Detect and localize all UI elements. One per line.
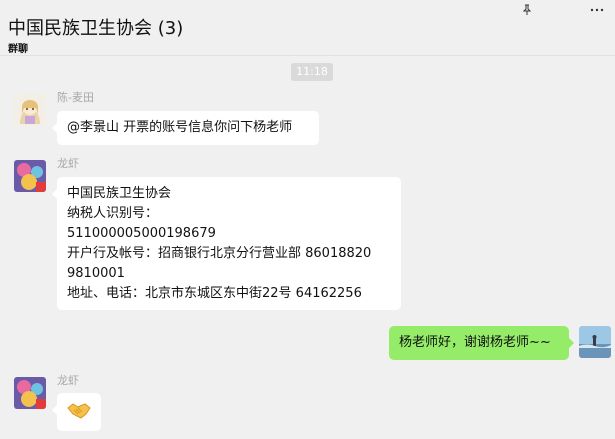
anime-girl-avatar[interactable] [14, 94, 46, 126]
message-text: 511000005000198679 [67, 226, 216, 241]
message-text: 中国民族卫生协会 [67, 186, 172, 201]
message-text: @李景山 开票的账号信息你问下杨老师 [67, 120, 293, 135]
handshake-icon [67, 400, 91, 424]
sender-name: 陈-麦田 [57, 91, 94, 104]
chat-subtitle: 群聊 [8, 44, 28, 55]
landscape-avatar[interactable] [579, 326, 611, 358]
message-bubble[interactable]: @李景山 开票的账号信息你问下杨老师 [52, 111, 319, 145]
message-text: 地址、电话：北京市东城区东中街22号 64162256 [67, 286, 362, 301]
sender-name: 龙虾 [57, 157, 79, 170]
colorful-avatar[interactable] [14, 160, 46, 192]
pin-icon[interactable] [513, 0, 541, 20]
message-bubble[interactable]: 中国民族卫生协会 纳税人识别号： 511000005000198679 开户行及… [52, 177, 401, 310]
message-text: 杨老师好，谢谢杨老师~~ [399, 335, 551, 350]
chat-header: 中国民族卫生协会 (3) 群聊 [0, 0, 615, 56]
emoji-message-bubble[interactable] [52, 393, 101, 431]
colorful-avatar[interactable] [14, 377, 46, 409]
message-timestamp: 11:18 [291, 63, 333, 81]
message-text: 纳税人识别号： [67, 206, 159, 221]
more-icon[interactable] [583, 0, 611, 20]
message-text: 开户行及帐号：招商银行北京分行营业部 86018820 [67, 246, 372, 261]
message-text: 9810001 [67, 266, 125, 281]
chat-title[interactable]: 中国民族卫生协会 (3) [8, 14, 183, 40]
sender-name: 龙虾 [57, 374, 79, 387]
message-bubble-self[interactable]: 杨老师好，谢谢杨老师~~ [389, 326, 574, 360]
